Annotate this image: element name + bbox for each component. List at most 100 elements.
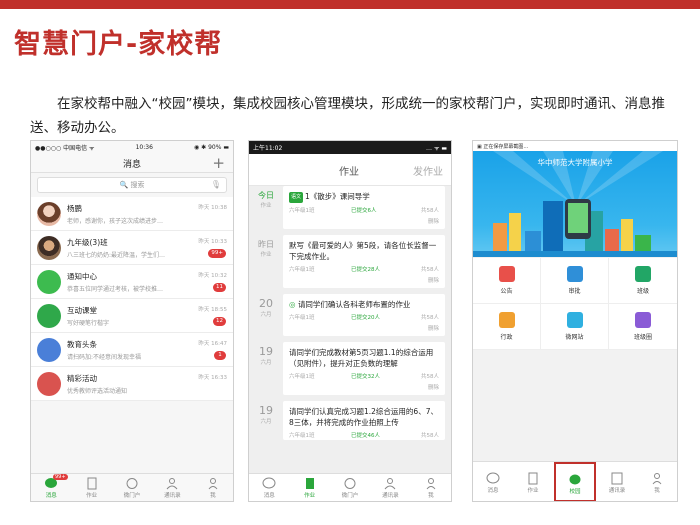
tab-contacts[interactable]: 通讯录	[152, 474, 192, 501]
tab-label: 作业	[86, 493, 98, 499]
tab-me[interactable]: 我	[193, 474, 233, 501]
interactive-class-icon	[37, 304, 61, 328]
nav-title: 消息	[122, 160, 141, 170]
module-label: 班级圈	[633, 334, 652, 341]
tab-label: 通讯录	[164, 493, 181, 499]
module-approval[interactable]: 审批	[541, 258, 609, 304]
homework-card[interactable]: 昨日 作业 默写《最可爱的人》第5段，请各位长监督一下完成作业。 六年级1班 已提交…	[258, 235, 445, 288]
tab-me[interactable]: 我	[411, 474, 451, 501]
tab-micro-portal[interactable]: 微门户	[112, 474, 152, 501]
tab-assign-homework[interactable]: 发作业	[413, 163, 443, 178]
campus-banner: 华中师范大学附属小学	[473, 151, 677, 257]
tab-homework[interactable]: 作业	[289, 474, 329, 501]
phone-messages-screen: ●●○○○ 中国电信 ᯤ 10:36 ◉ ✱ 90% ▬ 消息 + 🔍 搜索 🎙…	[30, 140, 234, 502]
module-administration[interactable]: 行政	[473, 304, 541, 350]
message-name: 杨鹏	[67, 204, 82, 213]
tab-messages[interactable]: 消息 99+	[31, 474, 71, 501]
homework-text: 语文 1《散步》课间导学	[289, 192, 370, 203]
message-time: 昨天 10:33	[198, 239, 227, 245]
module-class[interactable]: 班级	[609, 258, 677, 304]
class-circle-icon	[635, 312, 651, 328]
tab-badge: 99+	[53, 474, 68, 480]
message-time: 昨天 16:47	[198, 341, 227, 347]
delete-link[interactable]: 删除	[283, 274, 445, 288]
tab-me[interactable]: 我	[637, 462, 677, 501]
message-name: 精彩活动	[67, 374, 97, 383]
module-grid: 公告 审批 班级 行政 微网站 班级圈	[473, 258, 677, 350]
message-item[interactable]: 九年级(3)班 八三班七的奶奶:最近降温，学生们… 昨天 10:33 99+	[31, 231, 233, 265]
message-time: 昨天 10:38	[198, 205, 227, 211]
module-label: 公告	[500, 288, 513, 295]
tab-label: 我	[654, 488, 660, 494]
homework-text: 请同学们完成教材第5页习题1.1的综合运用（见附件），提升对正负数的理解	[289, 348, 434, 368]
tab-label: 微门户	[123, 493, 141, 499]
tab-label: 消息	[263, 493, 275, 499]
delete-link[interactable]: 删除	[283, 215, 445, 229]
message-preview: 优秀教师评选活动通知	[67, 388, 128, 395]
bottom-tab-bar: 消息 作业 校园 通讯录 我	[473, 461, 677, 501]
graduation-cap-icon	[498, 312, 515, 328]
homework-feed: 今日 作业 语文 1《散步》课间导学 六年级1班 已提交6人 共58人 删除 昨日 作业 …	[249, 186, 451, 473]
homework-card[interactable]: 19 六月 请同学们认真完成习题1.2综合运用的6、7、8三体，并将完成的作业拍照…	[259, 401, 445, 440]
plus-icon[interactable]: +	[212, 153, 225, 173]
subject-tag: 语文	[289, 192, 304, 203]
message-time: 昨天 18:55	[198, 307, 227, 313]
person-icon	[652, 473, 662, 485]
tab-label: 消息	[487, 488, 499, 494]
tab-campus[interactable]: 校园	[554, 462, 596, 501]
slide-title: 智慧门户-家校帮	[14, 29, 223, 60]
microphone-icon[interactable]: 🎙	[211, 178, 221, 192]
status-bar: ●●○○○ 中国电信 ᯤ 10:36 ◉ ✱ 90% ▬	[31, 141, 233, 153]
homework-card[interactable]: 20 六月 ◎ 请同学们确认各科老师布置的作业 六年级1班 已提交20人 共58人 删…	[259, 294, 445, 336]
slide-subtitle: 在家校帮中融入“校园”模块，集成校园核心管理模块，形成统一的家校帮门户，实现即时…	[30, 96, 665, 136]
tab-label: 微门户	[341, 493, 359, 499]
tab-label: 我	[428, 493, 434, 499]
tab-messages[interactable]: 消息	[249, 474, 289, 501]
notification-center-icon	[37, 270, 61, 294]
tab-label: 通讯录	[608, 488, 626, 494]
homework-card[interactable]: 19 六月 请同学们完成教材第5页习题1.1的综合运用（见附件），提升对正负数的理…	[259, 342, 445, 395]
message-item[interactable]: 教育头条 请扫码加:不经意间发现幸福 昨天 16:47 1	[31, 333, 233, 367]
module-announcement[interactable]: 公告	[473, 258, 541, 304]
contacts-icon	[167, 478, 178, 490]
tab-micro-portal[interactable]: 微门户	[330, 474, 370, 501]
homework-card[interactable]: 今日 作业 语文 1《散步》课间导学 六年级1班 已提交6人 共58人 删除	[258, 186, 445, 229]
homework-meta: 六年级1班 已提交46人 共58人	[289, 433, 439, 439]
tab-contacts[interactable]: 通讯录	[597, 462, 637, 501]
tab-homework-list[interactable]: 作业	[339, 163, 359, 178]
homework-text: 默写《最可爱的人》第5段，请各位长监督一下完成作业。	[289, 241, 437, 261]
message-item[interactable]: 杨鹏 老师，感谢你，孩子这次成绩进步… 昨天 10:38	[31, 197, 233, 231]
delete-link[interactable]: 删除	[283, 381, 445, 395]
tab-messages[interactable]: 消息	[473, 462, 513, 501]
module-micro-site[interactable]: 微网站	[541, 304, 609, 350]
contacts-icon	[611, 472, 623, 485]
module-class-circle[interactable]: 班级圈	[609, 304, 677, 350]
message-item[interactable]: 互动课堂 写好硬笔行楷字 昨天 18:55 12	[31, 299, 233, 333]
message-name: 互动课堂	[67, 306, 97, 315]
tab-contacts[interactable]: 通讯录	[370, 474, 410, 501]
message-preview: 八三班七的奶奶:最近降温，学生们…	[67, 252, 166, 259]
message-item[interactable]: 通知中心 恭喜五位同学通过考核，被学校推… 昨天 10:32 11	[31, 265, 233, 299]
phone-campus-screen: ▣ 正在保存屏幕截图… 华中师范大学附属小学 公告 审批 班级 行政 微网站 班…	[472, 140, 678, 502]
phone-homework-screen: 上午11:02 … ᯤ ▬ 作业 发作业 今日 作业 语文 1《散步》课间导学 六年…	[248, 140, 452, 502]
activity-icon	[37, 372, 61, 396]
approval-icon	[566, 266, 583, 282]
delete-link[interactable]: 删除	[283, 322, 445, 336]
message-preview: 请扫码加:不经意间发现幸福	[67, 354, 142, 361]
search-input[interactable]: 🔍 搜索 🎙	[37, 177, 227, 193]
message-time: 昨天 16:33	[198, 375, 227, 381]
homework-date: 19 六月	[259, 345, 273, 366]
tab-homework[interactable]: 作业	[513, 462, 553, 501]
homework-header: 作业 发作业	[249, 154, 451, 186]
megaphone-icon	[498, 266, 515, 282]
nav-bar: 消息 +	[31, 153, 233, 173]
homework-meta: 六年级1班 已提交20人 共58人	[289, 315, 439, 321]
tab-label: 消息	[45, 493, 57, 499]
document-icon	[528, 472, 538, 485]
homework-date: 20 六月	[259, 297, 273, 318]
search-placeholder: 🔍 搜索	[119, 181, 145, 189]
tab-label: 我	[210, 493, 216, 499]
tab-homework[interactable]: 作业	[71, 474, 111, 501]
module-label: 审批	[568, 288, 581, 295]
message-item[interactable]: 精彩活动 优秀教师评选活动通知 昨天 16:33	[31, 367, 233, 401]
